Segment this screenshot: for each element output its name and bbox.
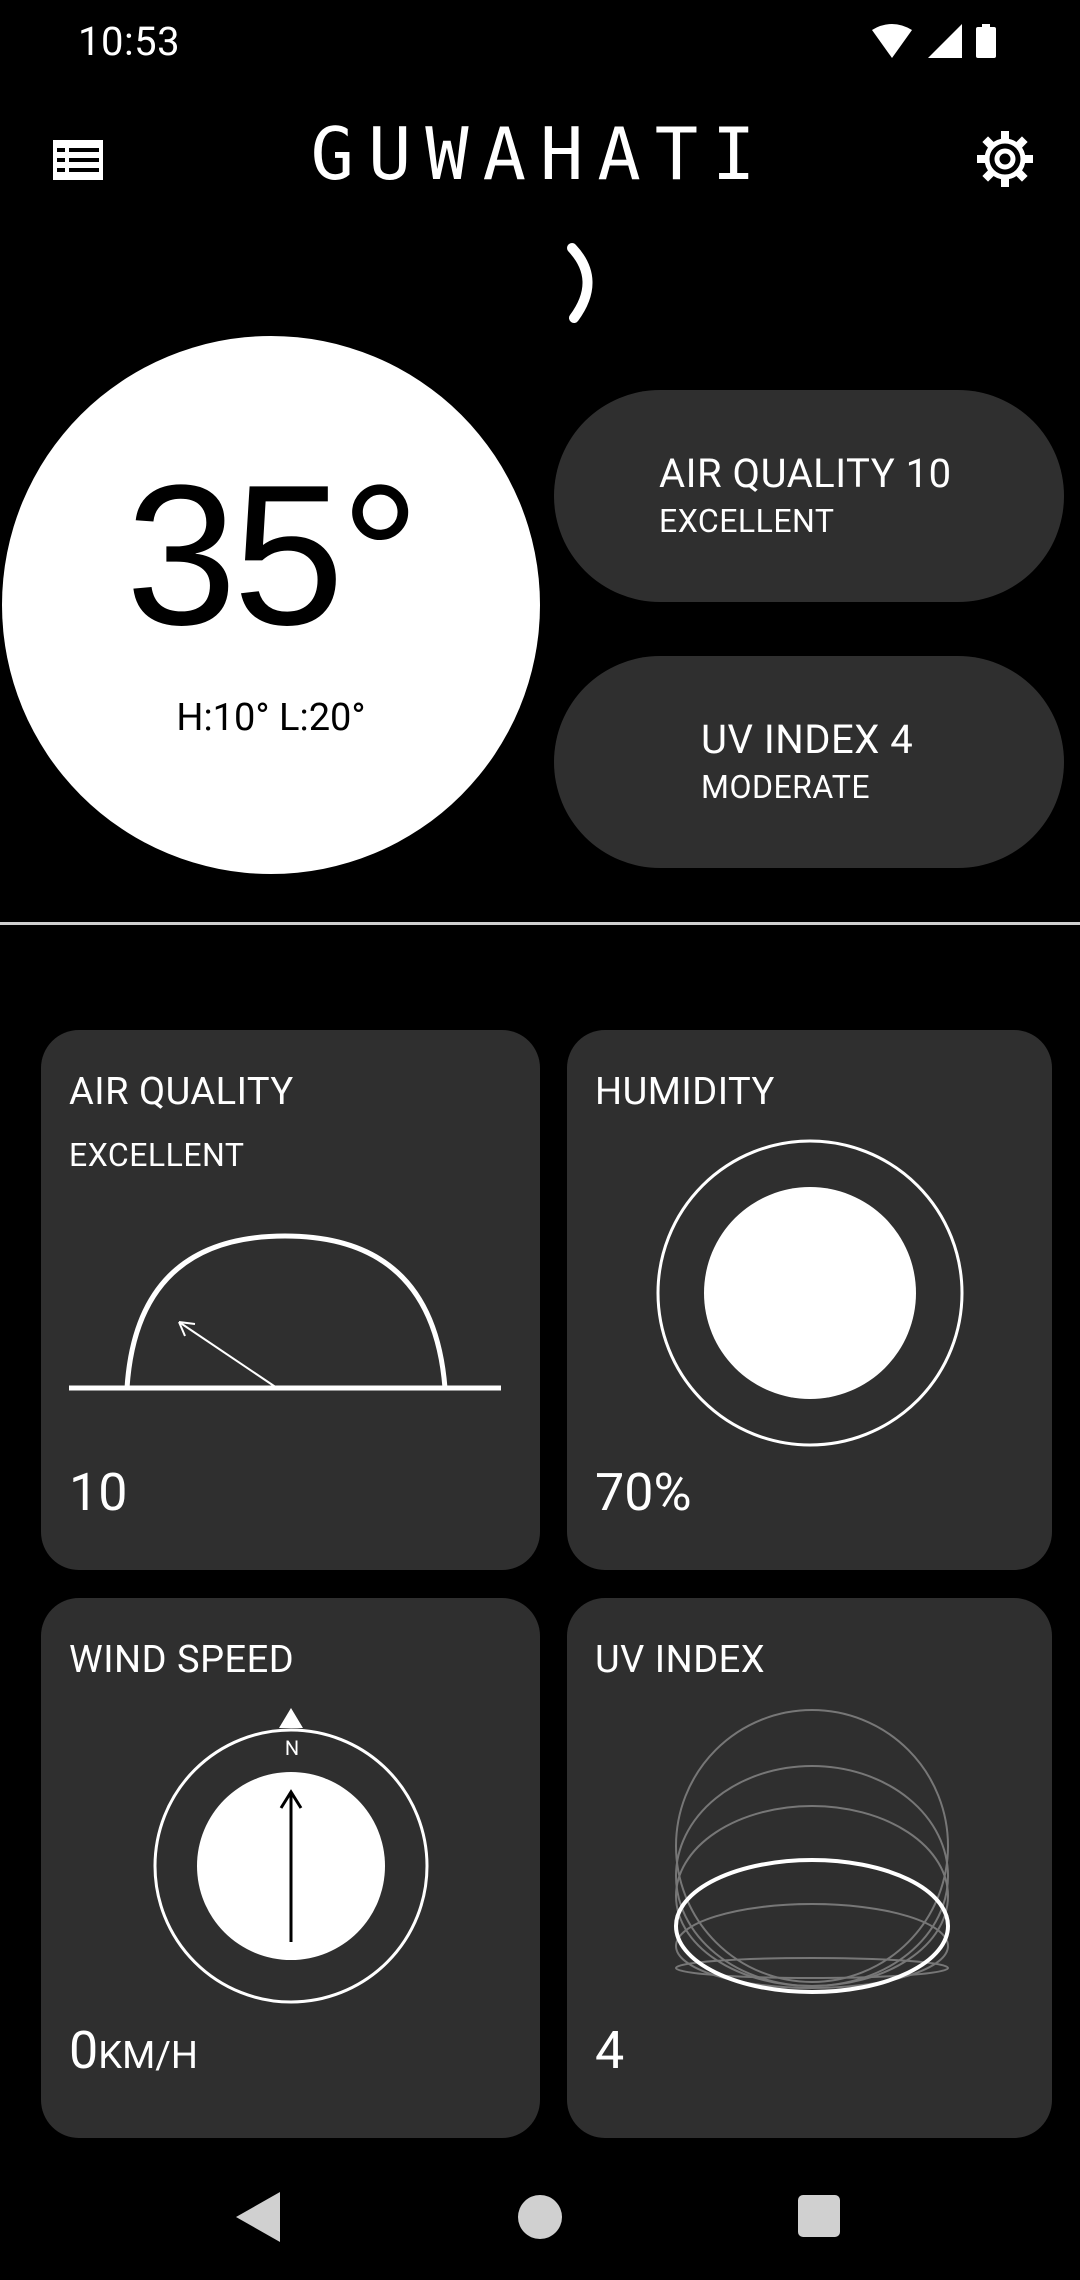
compass-north-label: N xyxy=(284,1736,300,1760)
air-quality-card-subtitle: EXCELLENT xyxy=(69,1136,245,1174)
uv-index-pill[interactable]: UV INDEX 4 MODERATE xyxy=(554,656,1064,868)
uv-index-card[interactable]: UV INDEX 4 xyxy=(567,1598,1052,2138)
status-bar: 10:53 xyxy=(0,0,1080,90)
uv-index-card-value: 4 xyxy=(595,2020,625,2081)
wind-speed-card-value: 0KM/H xyxy=(69,2020,198,2081)
air-quality-pill[interactable]: AIR QUALITY 10 EXCELLENT xyxy=(554,390,1064,602)
uv-index-graphic xyxy=(674,1709,950,1994)
high-low-temperature: H:10° L:20° xyxy=(176,696,366,740)
back-triangle-icon[interactable] xyxy=(230,2182,290,2252)
gear-icon xyxy=(977,131,1033,187)
uv-index-pill-subtitle: MODERATE xyxy=(701,768,870,806)
gauge-needle xyxy=(178,1321,278,1389)
air-quality-card-title: AIR QUALITY xyxy=(69,1070,294,1114)
divider xyxy=(0,922,1080,925)
status-time: 10:53 xyxy=(78,18,181,65)
air-quality-pill-subtitle: EXCELLENT xyxy=(659,502,835,540)
status-icons xyxy=(872,24,996,58)
compass-north-marker xyxy=(279,1708,303,1728)
city-name: GUWAHATI xyxy=(310,112,770,196)
recents-square-icon[interactable] xyxy=(790,2182,850,2252)
loading-spinner-icon xyxy=(567,243,593,323)
wifi-icon xyxy=(872,24,912,58)
city-title: GUWAHATI xyxy=(0,112,1080,196)
air-quality-pill-title: AIR QUALITY 10 xyxy=(659,450,952,497)
humidity-card-value: 70% xyxy=(595,1462,692,1523)
humidity-gauge xyxy=(656,1139,964,1447)
wind-speed-unit: KM/H xyxy=(98,2034,199,2078)
air-quality-gauge xyxy=(69,1233,501,1391)
wind-speed-card-title: WIND SPEED xyxy=(69,1638,295,1682)
humidity-card[interactable]: HUMIDITY 70% xyxy=(567,1030,1052,1570)
home-circle-icon[interactable] xyxy=(510,2182,570,2252)
current-temperature: 35° xyxy=(125,444,420,667)
uv-index-pill-title: UV INDEX 4 xyxy=(701,716,914,763)
humidity-card-title: HUMIDITY xyxy=(595,1070,775,1114)
temperature-circle: 35° H:10° L:20° xyxy=(2,336,540,874)
wind-speed-number: 0 xyxy=(69,2020,99,2081)
uv-level-ellipse xyxy=(674,1858,950,1994)
air-quality-card-value: 10 xyxy=(69,1462,128,1523)
settings-button[interactable] xyxy=(970,124,1040,194)
air-quality-card[interactable]: AIR QUALITY EXCELLENT 10 xyxy=(41,1030,540,1570)
wind-speed-card[interactable]: WIND SPEED N 0KM/H xyxy=(41,1598,540,2138)
battery-icon xyxy=(976,24,996,58)
uv-index-card-title: UV INDEX xyxy=(595,1638,766,1682)
signal-icon xyxy=(928,24,962,58)
